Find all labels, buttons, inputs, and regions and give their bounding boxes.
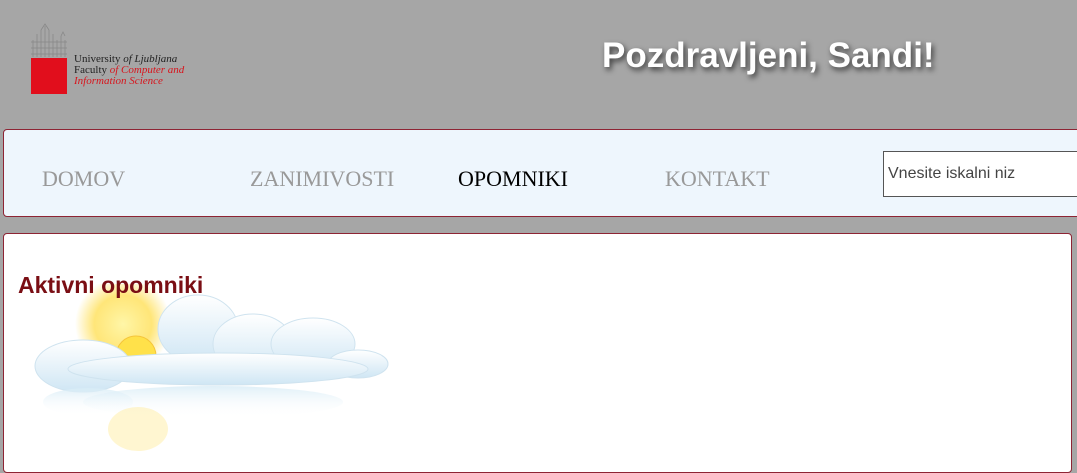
main-navigation: DOMOV ZANIMIVOSTI OPOMNIKI KONTAKT bbox=[3, 129, 1077, 217]
nav-item-zanimivosti[interactable]: ZANIMIVOSTI bbox=[250, 166, 394, 192]
greeting-heading: Pozdravljeni, Sandi! bbox=[602, 36, 935, 75]
reminders-panel: Aktivni opomniki bbox=[3, 233, 1072, 473]
university-logo[interactable]: University of Ljubljana Faculty of Compu… bbox=[28, 22, 228, 100]
nav-item-domov[interactable]: DOMOV bbox=[42, 166, 125, 192]
search-input[interactable] bbox=[883, 151, 1077, 197]
page-header: University of Ljubljana Faculty of Compu… bbox=[0, 0, 1077, 128]
partly-sunny-icon bbox=[34, 284, 389, 451]
logo-red-square bbox=[31, 58, 67, 94]
page-title: Aktivni opomniki bbox=[18, 272, 204, 298]
logo-text: University of Ljubljana Faculty of Compu… bbox=[74, 53, 185, 87]
nav-item-opomniki[interactable]: OPOMNIKI bbox=[458, 166, 568, 192]
nav-item-kontakt[interactable]: KONTAKT bbox=[665, 166, 770, 192]
